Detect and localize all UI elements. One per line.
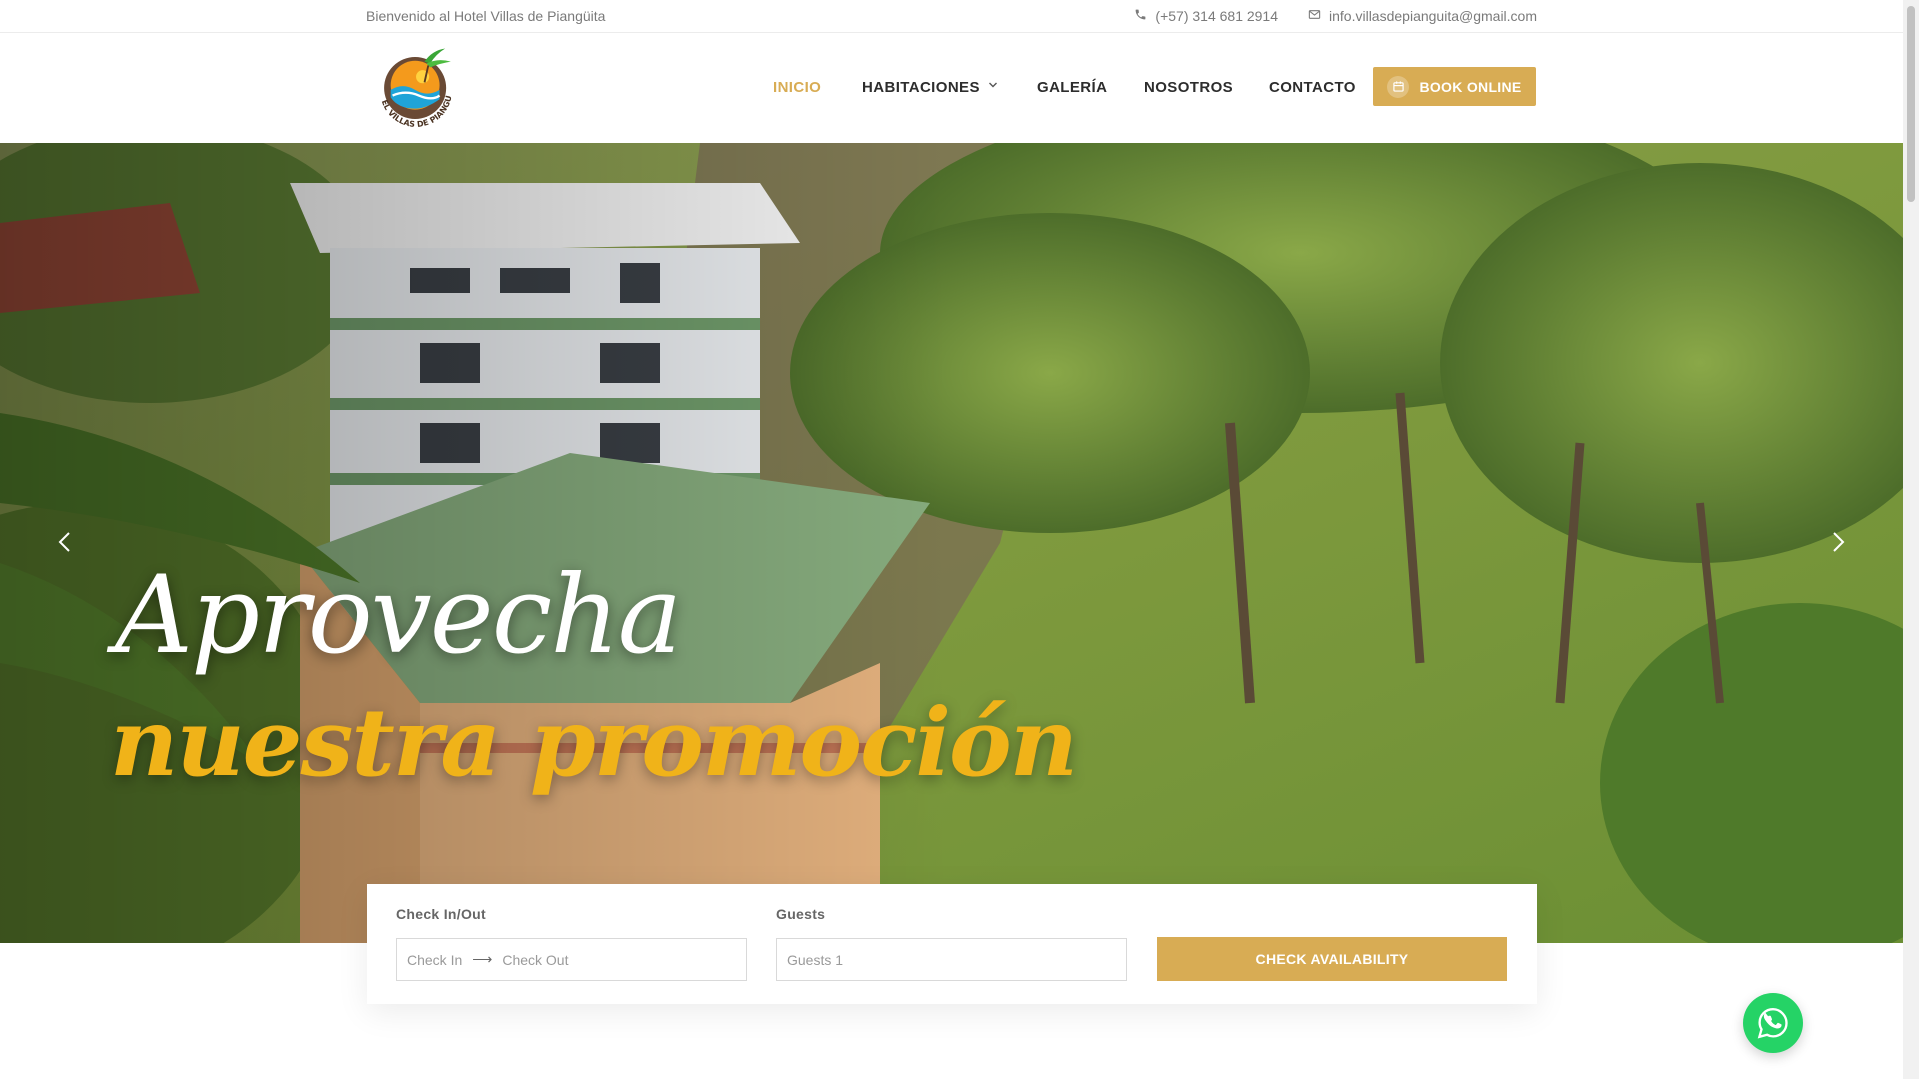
checkinout-label: Check In/Out [396,906,486,922]
hero-heading-line1: Aprovecha [115,553,682,678]
nav-habitaciones[interactable]: HABITACIONES [862,79,998,96]
nav-inicio[interactable]: INICIO [773,79,821,96]
slider-next-arrow[interactable] [1823,527,1853,557]
hero-heading-line2: nuestra promoción [110,688,1078,798]
checkout-input[interactable]: Check Out [502,952,568,968]
phone-number: (+57) 314 681 2914 [1155,8,1279,24]
page: Bienvenido al Hotel Villas de Piangüita … [0,0,1903,1079]
phone-contact[interactable]: (+57) 314 681 2914 [1134,8,1278,24]
slider-prev-arrow[interactable] [50,527,80,557]
contact-info: (+57) 314 681 2914 info.villasdepianguit… [1134,8,1537,24]
email-address: info.villasdepianguita@gmail.com [1329,8,1537,24]
page-scrollbar[interactable] [1903,0,1919,1079]
arrow-left-icon [58,532,70,552]
nav-label: CONTACTO [1269,79,1356,96]
nav-nosotros[interactable]: NOSOTROS [1144,79,1233,96]
book-online-button[interactable]: BOOK ONLINE [1373,67,1536,106]
checkin-input[interactable]: Check In [407,952,462,968]
book-online-label: BOOK ONLINE [1419,78,1522,95]
hero-slider: Aprovecha nuestra promoción [0,143,1903,943]
nav-contacto[interactable]: CONTACTO [1269,79,1356,96]
nav-label: HABITACIONES [862,79,980,96]
chevron-down-icon [988,80,998,93]
guests-value: Guests 1 [787,951,844,968]
phone-icon [1134,8,1147,24]
guests-label: Guests [776,906,826,922]
booking-form: Check In/Out Check In ⟶ Check Out Guests… [367,884,1537,1004]
calendar-icon [1387,75,1410,98]
arrow-right-icon [1833,532,1845,552]
nav-label: GALERÍA [1037,79,1108,96]
welcome-text: Bienvenido al Hotel Villas de Piangüita [366,8,606,24]
mail-icon [1308,8,1321,24]
nav-galeria[interactable]: GALERÍA [1037,79,1107,96]
check-availability-button[interactable]: CHECK AVAILABILITY [1157,937,1507,981]
whatsapp-button[interactable] [1743,993,1803,1053]
main-nav: INICIO HABITACIONES GALERÍA NOSOTROS CON… [0,33,1903,143]
scrollbar-thumb[interactable] [1907,6,1915,202]
top-bar: Bienvenido al Hotel Villas de Piangüita … [0,0,1903,33]
arrow-right-icon: ⟶ [472,951,493,967]
nav-label: INICIO [773,79,822,96]
whatsapp-icon [1757,1008,1788,1039]
guests-field[interactable]: Guests 1 [776,938,1127,981]
header: HOTEL VILLAS DE PIANGUITA INICIO HABITAC… [0,33,1903,143]
nav-label: NOSOTROS [1144,79,1234,96]
email-contact[interactable]: info.villasdepianguita@gmail.com [1308,8,1537,24]
hero-image [0,143,1903,943]
checkin-checkout-field[interactable]: Check In ⟶ Check Out [396,938,747,981]
